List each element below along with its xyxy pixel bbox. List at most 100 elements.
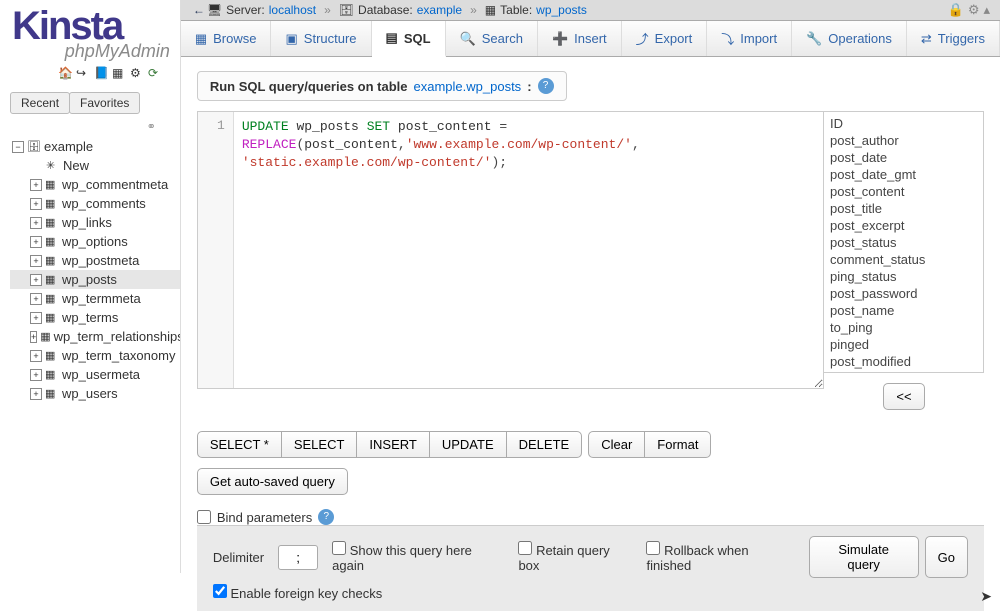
- tree-table-wp_term_relationships[interactable]: +▦wp_term_relationships: [10, 327, 180, 346]
- expand-icon[interactable]: +: [30, 350, 42, 362]
- delimiter-input[interactable]: [278, 545, 318, 570]
- tree-db[interactable]: − 🗄 example: [10, 137, 180, 156]
- column-option[interactable]: post_name: [830, 302, 977, 319]
- column-option[interactable]: post_modified_gmt: [830, 370, 977, 373]
- home-icon[interactable]: 🏠: [58, 66, 72, 80]
- expand-icon[interactable]: +: [30, 255, 42, 267]
- update-button[interactable]: UPDATE: [429, 431, 507, 458]
- columns-list[interactable]: IDpost_authorpost_datepost_date_gmtpost_…: [824, 111, 984, 373]
- column-option[interactable]: post_password: [830, 285, 977, 302]
- sql-editor[interactable]: 1 UPDATE wp_posts SET post_content = REP…: [197, 111, 824, 389]
- tree-table-wp_postmeta[interactable]: +▦wp_postmeta: [10, 251, 180, 270]
- bc-server[interactable]: localhost: [269, 3, 316, 17]
- table-icon: ▦: [45, 254, 59, 267]
- show-again-checkbox[interactable]: [332, 541, 346, 555]
- tree-table-wp_usermeta[interactable]: +▦wp_usermeta: [10, 365, 180, 384]
- tab-structure[interactable]: ▣Structure: [271, 21, 371, 56]
- sidebar-tabs: Recent Favorites: [10, 92, 180, 114]
- tree-table-wp_comments[interactable]: +▦wp_comments: [10, 194, 180, 213]
- sql-icon[interactable]: ▦: [112, 66, 126, 80]
- expand-icon[interactable]: +: [30, 179, 42, 191]
- retain-checkbox[interactable]: [518, 541, 532, 555]
- reload-icon[interactable]: ⟳: [148, 66, 162, 80]
- tab-favorites[interactable]: Favorites: [69, 92, 140, 114]
- column-option[interactable]: post_date_gmt: [830, 166, 977, 183]
- bind-params-checkbox[interactable]: [197, 510, 211, 524]
- tab-browse[interactable]: ▦Browse: [181, 21, 272, 56]
- expand-icon[interactable]: +: [30, 274, 42, 286]
- lock-icon[interactable]: 🔒: [948, 2, 964, 18]
- bc-table[interactable]: wp_posts: [536, 3, 587, 17]
- column-option[interactable]: ping_status: [830, 268, 977, 285]
- tree-table-wp_term_taxonomy[interactable]: +▦wp_term_taxonomy: [10, 346, 180, 365]
- hide-columns-button[interactable]: <<: [883, 383, 924, 410]
- select--button[interactable]: SELECT *: [197, 431, 282, 458]
- expand-icon[interactable]: +: [30, 198, 42, 210]
- breadcrumb: ← 🖥Server: localhost » 🗄Database: exampl…: [181, 0, 1000, 21]
- column-option[interactable]: ID: [830, 115, 977, 132]
- column-option[interactable]: comment_status: [830, 251, 977, 268]
- tab-operations[interactable]: 🔧Operations: [792, 21, 907, 56]
- expand-icon[interactable]: +: [30, 369, 42, 381]
- bc-db[interactable]: example: [417, 3, 462, 17]
- go-button[interactable]: Go: [925, 536, 968, 578]
- tab-triggers[interactable]: ⇄Triggers: [907, 21, 1000, 56]
- column-option[interactable]: pinged: [830, 336, 977, 353]
- tree-table-wp_termmeta[interactable]: +▦wp_termmeta: [10, 289, 180, 308]
- select-button[interactable]: SELECT: [281, 431, 358, 458]
- tree-table-wp_posts[interactable]: +▦wp_posts: [10, 270, 180, 289]
- expand-icon[interactable]: +: [30, 293, 42, 305]
- column-option[interactable]: post_content: [830, 183, 977, 200]
- main: ← 🖥Server: localhost » 🗄Database: exampl…: [181, 0, 1000, 573]
- collapse-icon[interactable]: −: [12, 141, 24, 153]
- expand-icon[interactable]: +: [30, 236, 42, 248]
- delete-button[interactable]: DELETE: [506, 431, 583, 458]
- tab-export[interactable]: ⤴Export: [622, 21, 708, 56]
- tab-recent[interactable]: Recent: [10, 92, 70, 114]
- column-option[interactable]: post_date: [830, 149, 977, 166]
- rollback-checkbox[interactable]: [646, 541, 660, 555]
- autosaved-button[interactable]: Get auto-saved query: [197, 468, 348, 495]
- tab-search[interactable]: 🔍Search: [446, 21, 538, 56]
- chevron-left-icon[interactable]: ←: [191, 3, 207, 17]
- table-icon: ▦: [40, 330, 50, 343]
- tab-import[interactable]: ⤵Import: [707, 21, 792, 56]
- tree-table-wp_links[interactable]: +▦wp_links: [10, 213, 180, 232]
- help-icon[interactable]: ?: [318, 509, 334, 525]
- column-option[interactable]: post_excerpt: [830, 217, 977, 234]
- column-option[interactable]: post_author: [830, 132, 977, 149]
- content: Run SQL query/queries on table example.w…: [181, 57, 1000, 611]
- expand-icon[interactable]: +: [30, 331, 37, 343]
- tree-table-wp_options[interactable]: +▦wp_options: [10, 232, 180, 251]
- operations-icon: 🔧: [806, 31, 822, 47]
- simulate-button[interactable]: Simulate query: [809, 536, 919, 578]
- collapse-panel-icon[interactable]: ▴: [983, 2, 990, 18]
- expand-icon[interactable]: +: [30, 312, 42, 324]
- query-target[interactable]: example.wp_posts: [414, 79, 522, 94]
- tree-table-wp_terms[interactable]: +▦wp_terms: [10, 308, 180, 327]
- fk-checkbox[interactable]: [213, 584, 227, 598]
- format-button[interactable]: Format: [644, 431, 711, 458]
- expand-icon[interactable]: +: [30, 217, 42, 229]
- clear-button[interactable]: Clear: [588, 431, 645, 458]
- sql-code[interactable]: UPDATE wp_posts SET post_content = REPLA…: [234, 112, 823, 388]
- column-option[interactable]: post_status: [830, 234, 977, 251]
- column-option[interactable]: to_ping: [830, 319, 977, 336]
- column-option[interactable]: post_modified: [830, 353, 977, 370]
- insert-button[interactable]: INSERT: [356, 431, 429, 458]
- settings-icon[interactable]: ⚙: [130, 66, 144, 80]
- link-icon[interactable]: ⚭: [6, 120, 180, 133]
- logout-icon[interactable]: ↪: [76, 66, 90, 80]
- gear-icon[interactable]: ⚙: [968, 2, 980, 18]
- tab-insert[interactable]: ➕Insert: [538, 21, 622, 56]
- table-icon: ▦: [45, 197, 59, 210]
- tree-table-wp_users[interactable]: +▦wp_users: [10, 384, 180, 403]
- docs-icon[interactable]: 📘: [94, 66, 108, 80]
- structure-icon: ▣: [285, 31, 297, 47]
- expand-icon[interactable]: +: [30, 388, 42, 400]
- tree-new[interactable]: ✳ New: [10, 156, 180, 175]
- tab-sql[interactable]: ▤SQL: [372, 21, 446, 57]
- tree-table-wp_commentmeta[interactable]: +▦wp_commentmeta: [10, 175, 180, 194]
- column-option[interactable]: post_title: [830, 200, 977, 217]
- help-icon[interactable]: ?: [538, 78, 554, 94]
